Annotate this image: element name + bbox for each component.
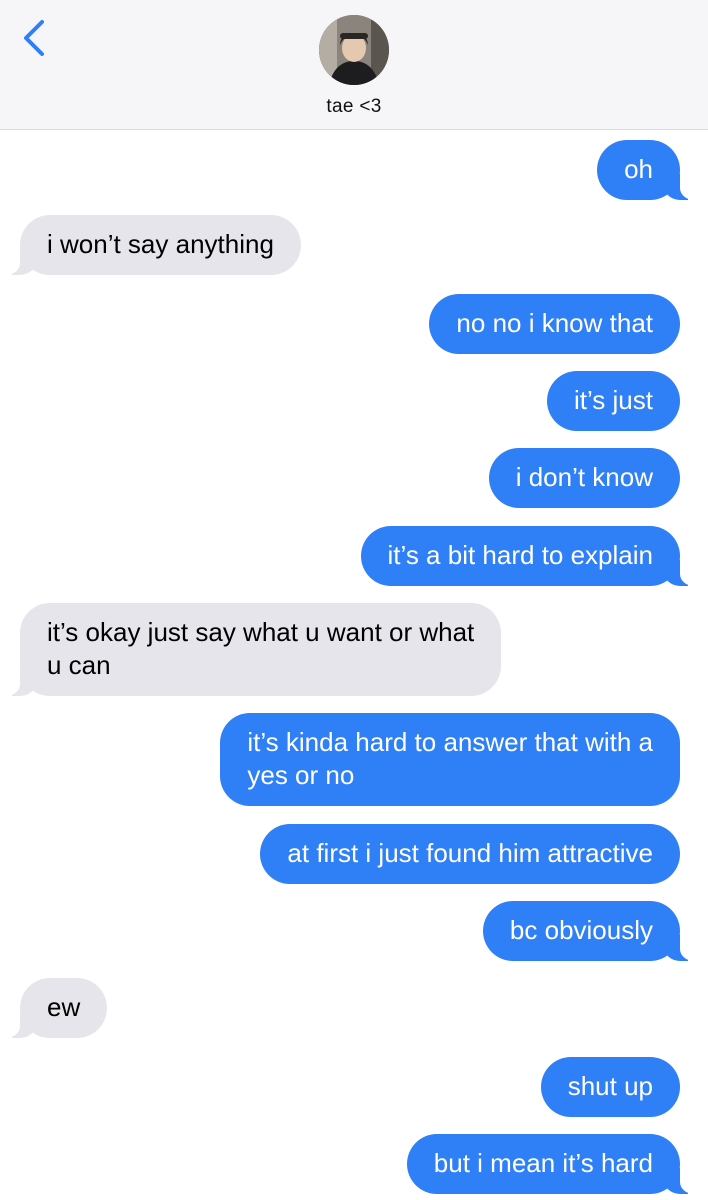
avatar[interactable] <box>319 15 389 85</box>
message-bubble-received[interactable]: ew <box>0 978 108 1038</box>
message-bubble-sent[interactable]: oh <box>597 140 706 200</box>
message-text: oh <box>624 154 653 184</box>
message-text: bc obviously <box>509 915 653 945</box>
message-bubble-received[interactable]: i won’t say anything <box>0 215 301 275</box>
message-text: it’s okay just say what u want or what u… <box>47 617 475 680</box>
message-bubble-sent[interactable]: but i mean it’s hard <box>406 1134 707 1194</box>
message-bubble-sent[interactable]: no no i know that <box>429 294 680 354</box>
message-bubble-sent[interactable]: bc obviously <box>482 901 707 961</box>
message-bubble-sent[interactable]: at first i just found him attractive <box>260 824 680 884</box>
message-text: i won’t say anything <box>47 229 274 259</box>
message-text: it’s just <box>574 385 653 415</box>
message-bubble-sent[interactable]: it’s a bit hard to explain <box>360 526 707 586</box>
contact-name[interactable]: tae <3 <box>0 96 708 118</box>
message-text: shut up <box>567 1071 653 1101</box>
contact-photo <box>319 15 389 85</box>
back-button[interactable] <box>18 18 52 58</box>
message-text: no no i know that <box>456 308 653 338</box>
message-text: i don’t know <box>515 462 653 492</box>
chevron-left-icon <box>24 20 44 56</box>
message-bubble-sent[interactable]: it’s just <box>547 371 680 431</box>
conversation-header: tae <3 <box>0 0 708 130</box>
message-bubble-sent[interactable]: i don’t know <box>488 448 680 508</box>
message-bubble-sent[interactable]: it’s kinda hard to answer that with a ye… <box>220 713 680 806</box>
message-bubble-received[interactable]: it’s okay just say what u want or what u… <box>0 603 502 696</box>
message-text: ew <box>47 992 81 1022</box>
message-text: it’s kinda hard to answer that with a ye… <box>247 727 653 790</box>
message-bubble-sent[interactable]: shut up <box>540 1057 680 1117</box>
message-text: but i mean it’s hard <box>433 1148 653 1178</box>
message-text: at first i just found him attractive <box>287 838 653 868</box>
message-text: it’s a bit hard to explain <box>387 540 653 570</box>
